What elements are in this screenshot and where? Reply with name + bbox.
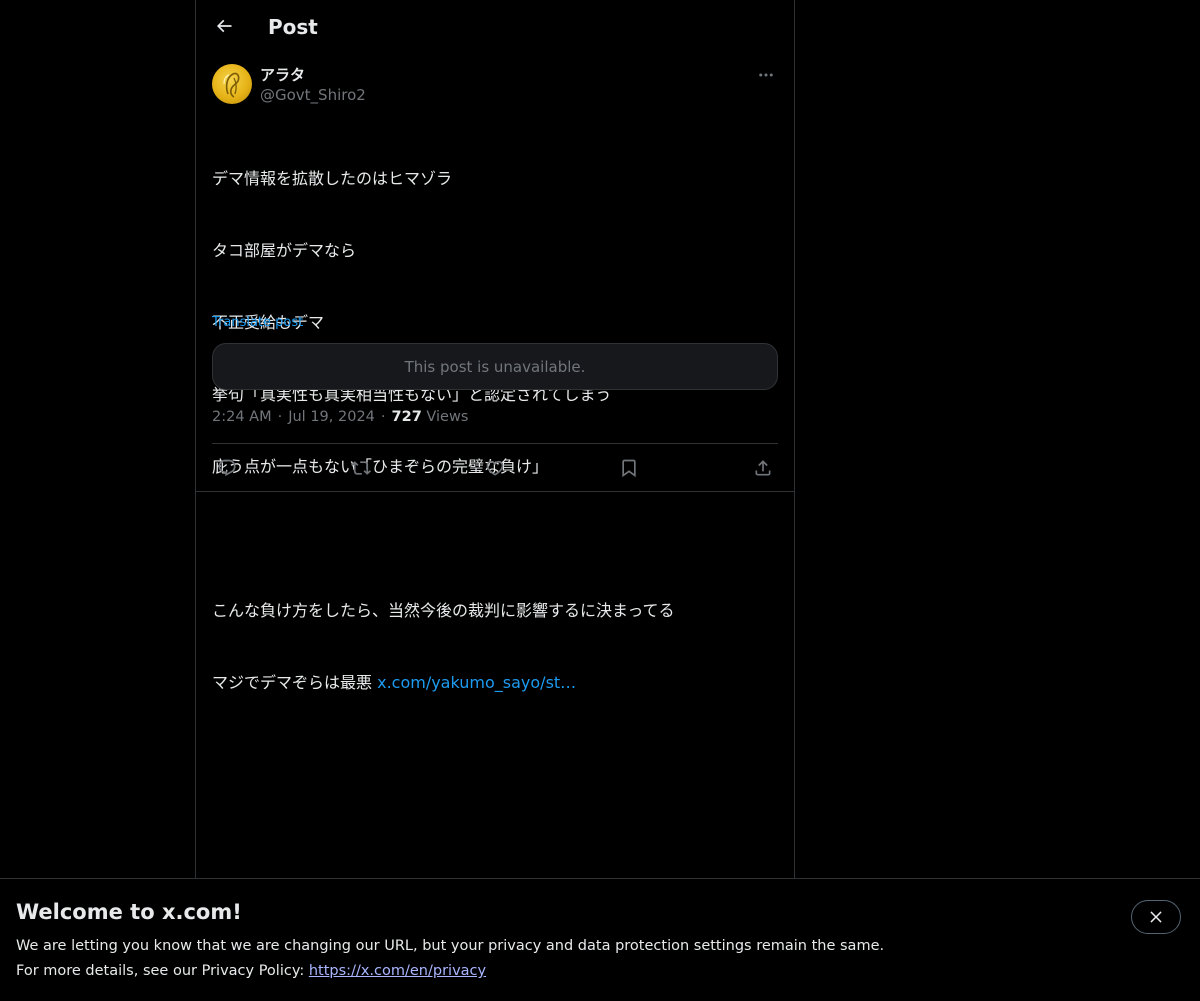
page-title: Post [268,15,318,39]
divider [196,491,794,492]
post-text-line: タコ部屋がデマなら [212,241,357,260]
more-horizontal-icon [759,73,773,77]
bookmark-button[interactable] [617,456,641,480]
separator: · [277,409,283,425]
repost-button[interactable] [349,456,373,480]
banner-privacy-prefix: For more details, see our Privacy Policy… [16,963,309,979]
action-bar [212,444,778,492]
views-label: Views [426,409,469,425]
views-count: 727 [391,409,422,425]
post-text-line: こんな負け方をしたら、当然今後の裁判に影響するに決まってる [212,601,675,620]
post-date[interactable]: Jul 19, 2024 [288,409,375,425]
reply-icon [218,459,236,477]
like-button[interactable] [483,456,507,480]
heart-icon [486,460,504,476]
banner-message: We are letting you know that we are chan… [16,938,885,954]
arrow-left-icon [216,19,232,33]
post-text-line-last: マジでデマぞらは最悪 x.com/yakumo_sayo/st… [212,671,778,695]
translate-post-link[interactable]: Translate post [212,314,303,332]
repost-icon [351,461,371,475]
close-banner-button[interactable] [1131,900,1181,934]
banner-privacy-line: For more details, see our Privacy Policy… [16,961,486,981]
post-text-fragment: マジでデマぞらは最悪 [212,673,378,692]
author-name[interactable]: アラタ [260,65,305,85]
bookmark-icon [622,459,636,478]
avatar-image [223,72,240,98]
post-text-line: デマ情報を拡散したのはヒマゾラ [212,169,453,188]
post-time[interactable]: 2:24 AM [212,409,272,425]
back-button[interactable] [208,10,240,42]
share-button[interactable] [751,456,775,480]
privacy-policy-link[interactable]: https://x.com/en/privacy [309,963,486,979]
close-icon [1150,911,1162,923]
unavailable-text: This post is unavailable. [404,357,586,376]
avatar[interactable] [212,64,252,104]
primary-column: Post アラタ @Govt_Shiro2 デマ情報を拡散したのはヒマゾラ タコ… [195,0,795,1000]
more-button[interactable] [754,64,778,86]
quoted-post-unavailable: This post is unavailable. [212,343,778,390]
post-link[interactable]: x.com/yakumo_sayo/st… [377,673,576,692]
share-icon [755,460,771,476]
post-header: Post [196,0,794,53]
banner-title: Welcome to x.com! [16,900,242,924]
author-handle[interactable]: @Govt_Shiro2 [260,85,366,105]
post-text-line [212,527,778,551]
separator: · [380,409,386,425]
welcome-banner: Welcome to x.com! We are letting you kno… [0,878,1200,1001]
reply-button[interactable] [215,456,239,480]
post-text: デマ情報を拡散したのはヒマゾラ タコ部屋がデマなら 不正受給もデマ 挙句「真実性… [212,119,778,743]
post-metadata: 2:24 AM · Jul 19, 2024 · 727 Views [212,407,468,427]
